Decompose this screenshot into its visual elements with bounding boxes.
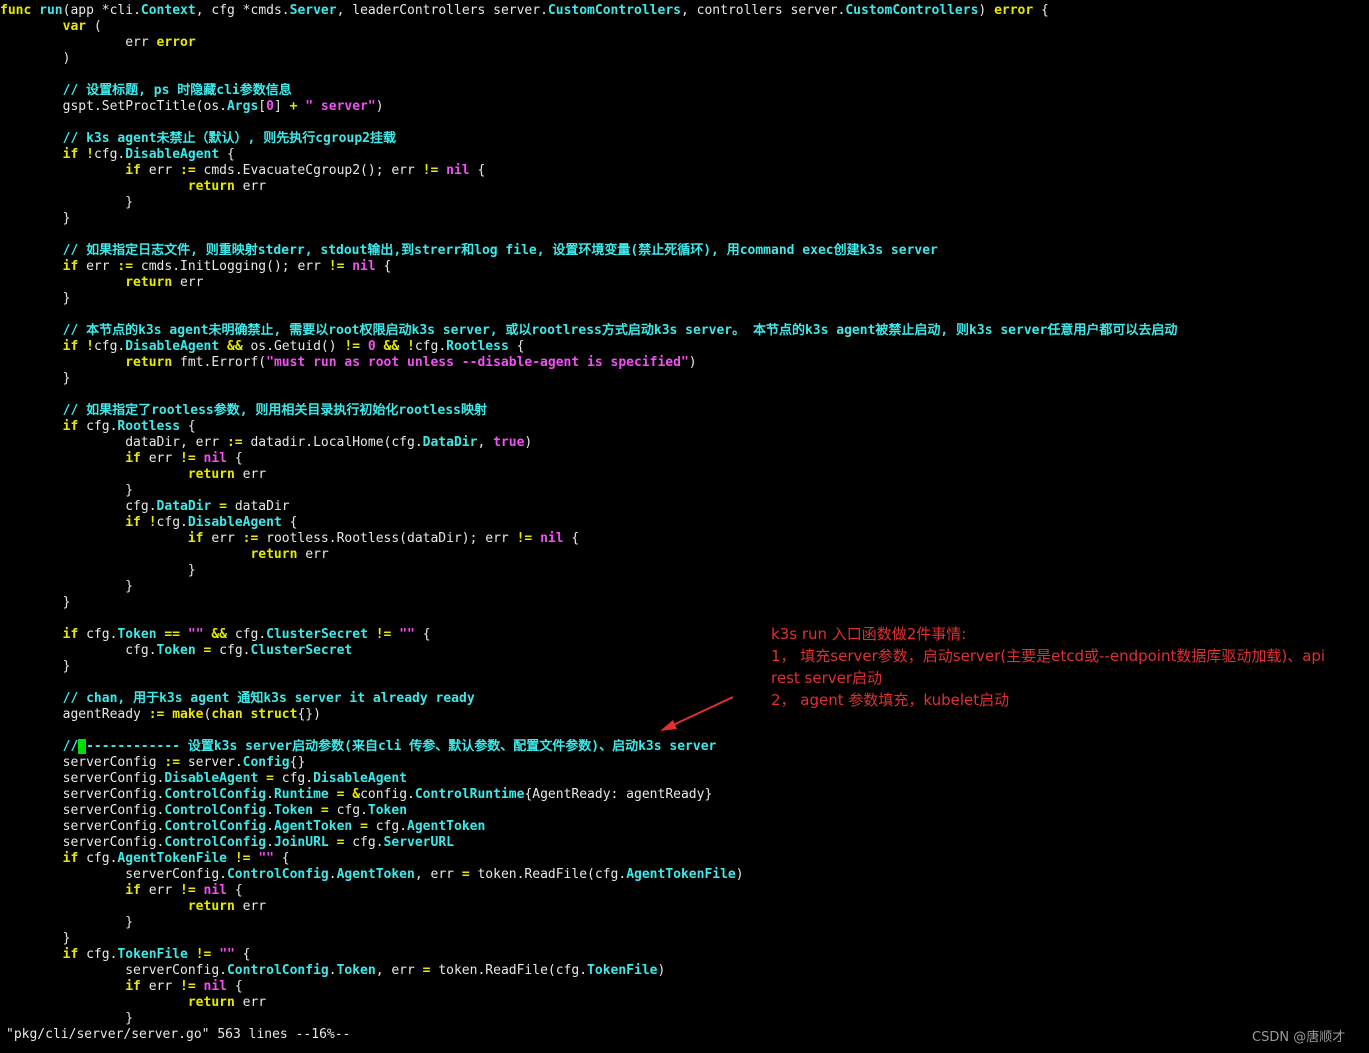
watermark: CSDN @唐顺才 bbox=[1252, 1030, 1346, 1045]
annotation-line: 2， agent 参数填充，kubelet启动 bbox=[771, 691, 1010, 709]
annotation-line: k3s run 入口函数做2件事情: bbox=[771, 625, 967, 643]
annotation-note: k3s run 入口函数做2件事情: 1， 填充server参数，启动serve… bbox=[771, 623, 1356, 711]
annotation-line: 1， 填充server参数，启动server(主要是etcd或--endpoin… bbox=[771, 647, 1326, 687]
annotation-arrow bbox=[660, 696, 734, 731]
